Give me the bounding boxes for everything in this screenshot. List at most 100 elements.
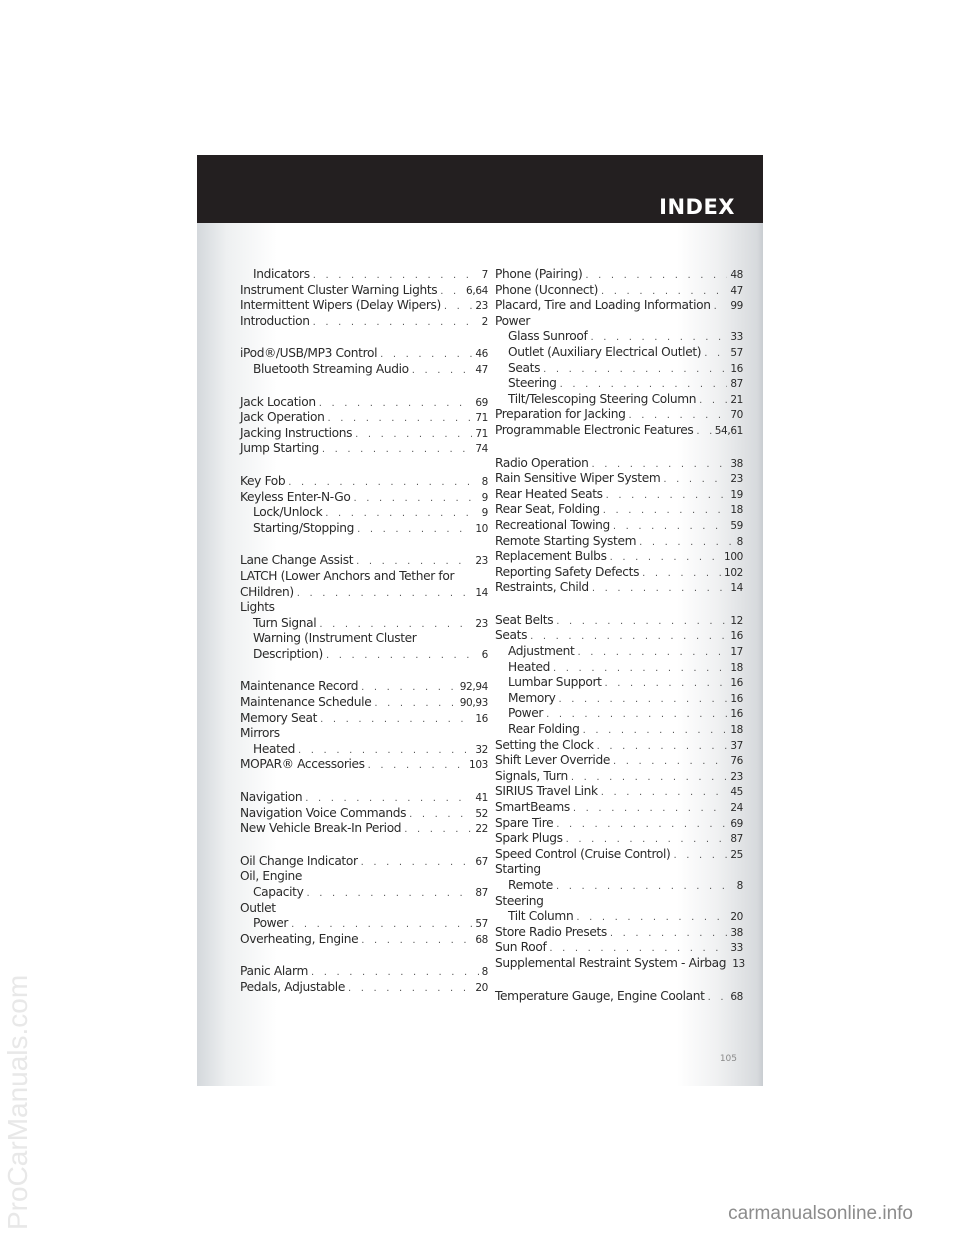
entry-page-number[interactable]: 16 [475, 713, 488, 725]
index-entry[interactable]: Lane Change Assist 23 [240, 553, 488, 569]
entry-page-number[interactable]: 57 [730, 347, 743, 359]
entry-page-number[interactable]: 13 [732, 958, 745, 970]
index-entry[interactable]: Navigation 41 [240, 790, 488, 806]
index-entry[interactable]: Shift Lever Override 76 [495, 753, 743, 769]
index-entry[interactable]: Supplemental Restraint System - Airbag 13 [495, 956, 745, 972]
entry-page-number[interactable]: 9 [482, 507, 489, 519]
entry-page-number[interactable]: 18 [730, 662, 743, 674]
index-subentry[interactable]: Remote 8 [495, 878, 743, 894]
entry-page-number[interactable]: 100 [724, 551, 743, 563]
index-subentry[interactable]: Tilt Column 20 [495, 909, 743, 925]
index-subentry[interactable]: Capacity 87 [240, 885, 488, 901]
entry-page-number[interactable]: 6 [482, 649, 489, 661]
entry-page-number[interactable]: 7 [482, 269, 489, 281]
entry-page-number[interactable]: 38 [730, 927, 743, 939]
entry-page-number[interactable]: 37 [730, 740, 743, 752]
index-entry[interactable]: MOPAR® Accessories 103 [240, 757, 488, 773]
entry-page-number[interactable]: 16 [730, 630, 743, 642]
entry-page-number[interactable]: 18 [730, 504, 743, 516]
entry-page-number[interactable]: 19 [730, 489, 743, 501]
index-entry[interactable]: Sun Roof 33 [495, 940, 743, 956]
index-entry[interactable]: SmartBeams 24 [495, 800, 743, 816]
index-subentry[interactable]: Warning (Instrument Cluster [240, 631, 488, 647]
entry-page-number[interactable]: 16 [730, 363, 743, 375]
index-subentry[interactable]: Bluetooth Streaming Audio 47 [240, 362, 488, 378]
entry-page-number[interactable]: 12 [730, 615, 743, 627]
entry-page-number[interactable]: 67 [475, 856, 488, 868]
index-entry[interactable]: Phone (Pairing) 48 [495, 267, 743, 283]
index-subentry[interactable]: Tilt/Telescoping Steering Column 21 [495, 392, 743, 408]
entry-page-number[interactable]: 22 [475, 823, 488, 835]
index-entry[interactable]: Starting [495, 862, 743, 878]
entry-page-number[interactable]: 20 [730, 911, 743, 923]
index-entry[interactable]: Preparation for Jacking 70 [495, 407, 743, 423]
entry-page-number[interactable]: 20 [475, 982, 488, 994]
entry-page-number[interactable]: 33 [730, 331, 743, 343]
entry-page-number[interactable]: 70 [730, 409, 743, 421]
index-subentry[interactable]: Heated 32 [240, 742, 488, 758]
entry-page-number[interactable]: 23 [730, 473, 743, 485]
entry-page-number[interactable]: 2 [482, 316, 489, 328]
entry-page-number[interactable]: 92,94 [460, 681, 489, 693]
index-entry[interactable]: CHildren) 14 [240, 585, 488, 601]
entry-page-number[interactable]: 18 [730, 724, 743, 736]
index-entry[interactable]: Outlet [240, 901, 488, 917]
entry-page-number[interactable]: 6,64 [466, 285, 488, 297]
entry-page-number[interactable]: 38 [730, 458, 743, 470]
index-entry[interactable]: Maintenance Schedule 90,93 [240, 695, 488, 711]
entry-page-number[interactable]: 8 [482, 476, 489, 488]
index-entry[interactable]: SIRIUS Travel Link 45 [495, 784, 743, 800]
index-entry[interactable]: Speed Control (Cruise Control) 25 [495, 847, 743, 863]
index-entry[interactable]: Phone (Uconnect) 47 [495, 283, 743, 299]
index-subentry[interactable]: Adjustment 17 [495, 644, 743, 660]
entry-page-number[interactable]: 17 [730, 646, 743, 658]
index-entry[interactable]: Signals, Turn 23 [495, 769, 743, 785]
entry-page-number[interactable]: 54,61 [715, 425, 744, 437]
index-subentry[interactable]: Starting/Stopping 10 [240, 521, 488, 537]
index-subentry[interactable]: Steering 87 [495, 376, 743, 392]
index-entry[interactable]: Introduction 2 [240, 314, 488, 330]
index-subentry[interactable]: Turn Signal 23 [240, 616, 488, 632]
index-entry[interactable]: Jacking Instructions 71 [240, 426, 488, 442]
entry-page-number[interactable]: 87 [730, 378, 743, 390]
entry-page-number[interactable]: 71 [475, 428, 488, 440]
entry-page-number[interactable]: 59 [730, 520, 743, 532]
index-entry[interactable]: Jack Location 69 [240, 395, 488, 411]
entry-page-number[interactable]: 68 [730, 991, 743, 1003]
entry-page-number[interactable]: 102 [724, 567, 743, 579]
index-subentry[interactable]: Power 57 [240, 916, 488, 932]
index-entry[interactable]: Jump Starting 74 [240, 441, 488, 457]
index-entry[interactable]: Restraints, Child 14 [495, 580, 743, 596]
entry-page-number[interactable]: 74 [475, 443, 488, 455]
index-entry[interactable]: Pedals, Adjustable 20 [240, 980, 488, 996]
entry-page-number[interactable]: 23 [475, 555, 488, 567]
entry-page-number[interactable]: 23 [475, 618, 488, 630]
entry-page-number[interactable]: 16 [730, 677, 743, 689]
index-entry[interactable]: Oil, Engine [240, 869, 488, 885]
entry-page-number[interactable]: 87 [730, 833, 743, 845]
index-entry[interactable]: LATCH (Lower Anchors and Tether for [240, 569, 488, 585]
index-subentry[interactable]: Heated 18 [495, 660, 743, 676]
entry-page-number[interactable]: 48 [730, 269, 743, 281]
index-entry[interactable]: Maintenance Record 92,94 [240, 679, 488, 695]
index-entry[interactable]: New Vehicle Break-In Period 22 [240, 821, 488, 837]
index-entry[interactable]: Keyless Enter-N-Go 9 [240, 490, 488, 506]
index-entry[interactable]: Store Radio Presets 38 [495, 925, 743, 941]
index-entry[interactable]: Instrument Cluster Warning Lights 6,64 [240, 283, 488, 299]
entry-page-number[interactable]: 32 [475, 744, 488, 756]
entry-page-number[interactable]: 52 [475, 808, 488, 820]
index-entry[interactable]: Setting the Clock 37 [495, 738, 743, 754]
entry-page-number[interactable]: 16 [730, 708, 743, 720]
entry-page-number[interactable]: 87 [475, 887, 488, 899]
index-entry[interactable]: Jack Operation 71 [240, 410, 488, 426]
index-entry[interactable]: Oil Change Indicator 67 [240, 854, 488, 870]
index-entry[interactable]: Reporting Safety Defects 102 [495, 565, 743, 581]
index-entry[interactable]: Seats 16 [495, 628, 743, 644]
index-entry[interactable]: Rain Sensitive Wiper System 23 [495, 471, 743, 487]
index-entry[interactable]: iPod®/USB/MP3 Control 46 [240, 346, 488, 362]
index-subentry[interactable]: Power 16 [495, 706, 743, 722]
entry-page-number[interactable]: 23 [475, 300, 488, 312]
index-entry[interactable]: Placard, Tire and Loading Information 99 [495, 298, 743, 314]
index-entry[interactable]: Overheating, Engine 68 [240, 932, 488, 948]
entry-page-number[interactable]: 14 [475, 587, 488, 599]
